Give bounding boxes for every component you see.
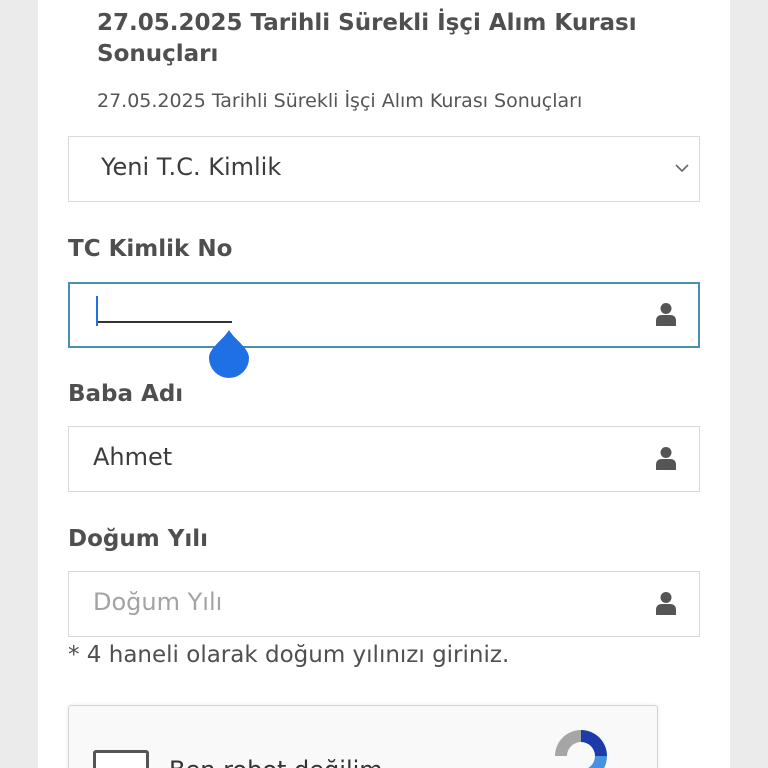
user-icon xyxy=(656,592,676,615)
user-icon xyxy=(656,303,676,326)
id-type-select-value: Yeni T.C. Kimlik xyxy=(101,153,282,181)
tc-label: TC Kimlik No xyxy=(68,236,233,262)
page-subtitle: 27.05.2025 Tarihli Sürekli İşçi Alım Kur… xyxy=(97,90,583,112)
tc-input[interactable] xyxy=(68,282,700,348)
recaptcha-label: Ben robot değilim xyxy=(169,756,383,768)
cursor-handle[interactable] xyxy=(209,330,249,378)
text-cursor xyxy=(96,296,98,326)
id-type-select[interactable]: Yeni T.C. Kimlik xyxy=(68,136,700,202)
birth-year-placeholder: Doğum Yılı xyxy=(93,588,223,616)
birth-year-hint: * 4 haneli olarak doğum yılınızı giriniz… xyxy=(68,642,510,668)
tc-input-mask xyxy=(96,321,232,323)
recaptcha-widget: Ben robot değilim xyxy=(68,705,658,768)
form-card: 27.05.2025 Tarihli Sürekli İşçi Alım Kur… xyxy=(38,0,730,768)
recaptcha-icon xyxy=(555,730,607,768)
father-input[interactable]: Ahmet xyxy=(68,426,700,492)
recaptcha-checkbox[interactable] xyxy=(93,750,149,768)
father-label: Baba Adı xyxy=(68,381,184,407)
birth-year-input[interactable]: Doğum Yılı xyxy=(68,571,700,637)
birth-year-label: Doğum Yılı xyxy=(68,526,209,552)
chevron-down-icon xyxy=(675,164,689,173)
father-input-value: Ahmet xyxy=(93,443,173,471)
user-icon xyxy=(656,447,676,470)
page-title: 27.05.2025 Tarihli Sürekli İşçi Alım Kur… xyxy=(97,10,637,67)
